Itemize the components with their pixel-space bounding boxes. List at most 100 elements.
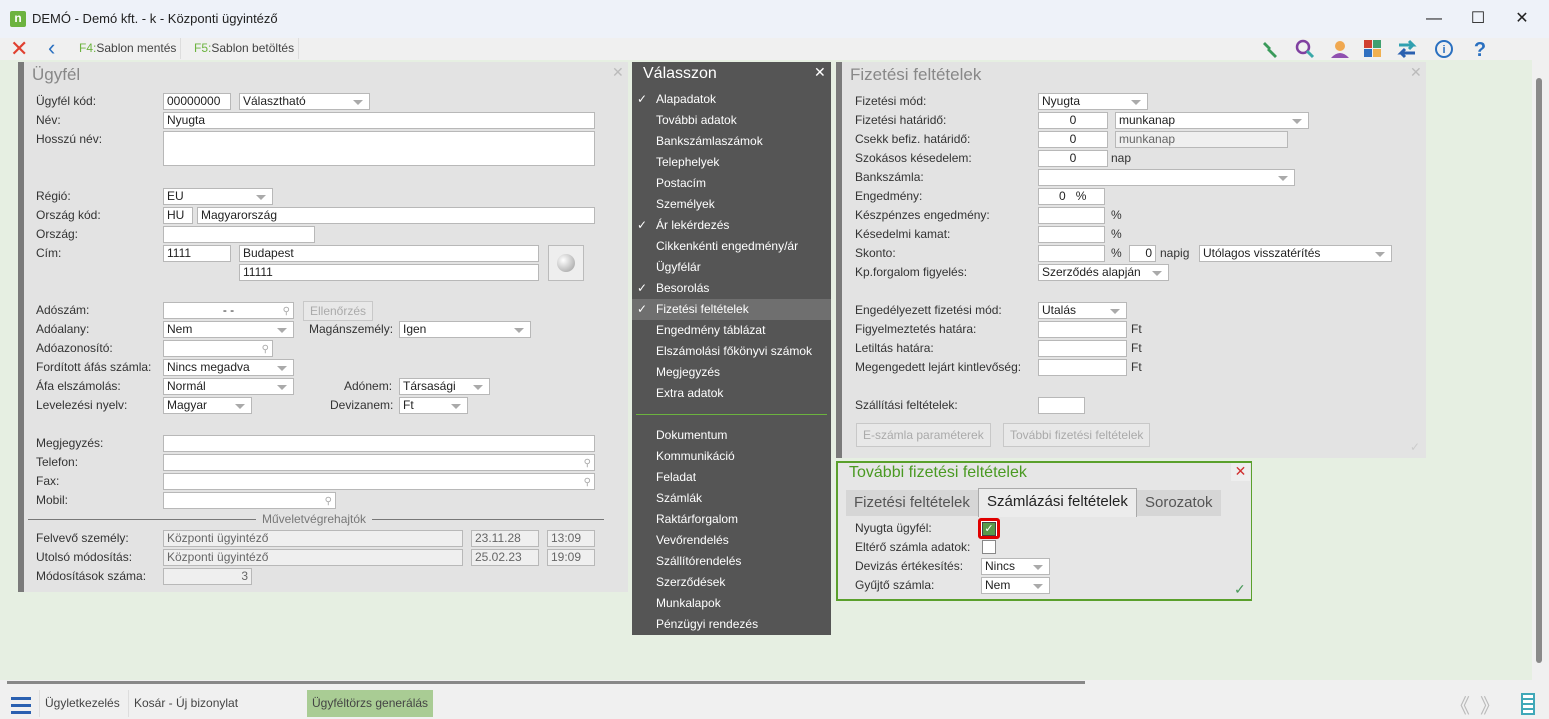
country-input[interactable] [163, 226, 315, 243]
tax-type-select[interactable]: Társasági [399, 378, 490, 395]
next-icon[interactable]: 》 [1480, 690, 1500, 719]
info-icon[interactable]: i [1435, 40, 1453, 58]
discount-input[interactable]: 0 % [1038, 188, 1105, 205]
country-name-input[interactable]: Magyarország [197, 207, 595, 224]
cash-discount-input[interactable] [1038, 207, 1105, 224]
menu-icon[interactable] [11, 695, 31, 714]
menu-item[interactable]: Cikkenkénti engedmény/ár [632, 236, 831, 257]
vertical-scrollbar[interactable] [1532, 60, 1546, 680]
tax-id-input[interactable]: ⚲ [163, 340, 273, 357]
menu-item[interactable]: További adatok [632, 110, 831, 131]
menu-item[interactable]: ✓ Fizetési feltételek [632, 299, 831, 320]
load-template-button[interactable]: F5:Sablon betöltés [190, 38, 300, 59]
city-input[interactable]: Budapest [239, 245, 539, 262]
overdue-input[interactable] [1038, 359, 1127, 376]
menu-close-button[interactable]: ✕ [814, 64, 826, 81]
bank-select[interactable] [1038, 169, 1295, 186]
menu-item[interactable]: Pénzügyi rendezés [632, 614, 831, 635]
maximize-button[interactable]: ☐ [1458, 8, 1498, 30]
deadline-input[interactable]: 0 [1038, 112, 1108, 129]
save-template-button[interactable]: F4:Sablon mentés [75, 38, 182, 59]
tab-payment-terms[interactable]: Fizetési feltételek [846, 490, 978, 516]
cash-watch-select[interactable]: Szerződés alapján [1038, 264, 1169, 281]
back-icon[interactable]: ‹ [48, 37, 55, 59]
currency-select[interactable]: Ft [399, 397, 468, 414]
customer-code-input[interactable]: 00000000 [163, 93, 231, 110]
country-code-input[interactable]: HU [163, 207, 193, 224]
menu-item[interactable]: Elszámolási főkönyvi számok [632, 341, 831, 362]
receipt-checkbox[interactable]: ✓ [982, 522, 996, 536]
horizontal-scrollbar[interactable] [7, 681, 1085, 684]
code-type-select[interactable]: Választható [239, 93, 370, 110]
menu-item[interactable]: Telephelyek [632, 152, 831, 173]
check-button[interactable]: Ellenőrzés [303, 301, 374, 321]
menu-item[interactable]: Bankszámlaszámok [632, 131, 831, 152]
deals-button[interactable]: Ügyletkezelés [39, 690, 125, 717]
menu-item[interactable]: Számlák [632, 488, 831, 509]
window-close-button[interactable]: ✕ [1502, 8, 1542, 30]
menu-item[interactable]: Megjegyzés [632, 362, 831, 383]
close-icon[interactable]: ✕ [1410, 64, 1422, 81]
einvoice-params-button[interactable]: E-számla paraméterek [856, 423, 991, 447]
note-input[interactable] [163, 435, 595, 452]
wrench-icon[interactable] [1263, 42, 1277, 58]
fax-input[interactable]: ⚲ [163, 473, 595, 490]
menu-item[interactable]: Engedmény táblázat [632, 320, 831, 341]
menu-item[interactable]: Szállítórendelés [632, 551, 831, 572]
user-icon[interactable] [1331, 41, 1349, 58]
vat-select[interactable]: Normál [163, 378, 294, 395]
ok-icon[interactable]: ✓ [1410, 440, 1420, 454]
cart-new-document-button[interactable]: Kosár - Új bizonylat [128, 690, 243, 717]
dialog-close-button[interactable]: ✕ [1231, 463, 1250, 481]
tab-series[interactable]: Sorozatok [1137, 490, 1221, 516]
zip-input[interactable]: 1111 [163, 245, 231, 262]
document-list-icon[interactable] [1521, 693, 1535, 715]
tax-no-input[interactable]: - - ⚲ [163, 302, 294, 319]
taxable-select[interactable]: Nem [163, 321, 294, 338]
block-input[interactable] [1038, 340, 1127, 357]
more-payment-terms-button[interactable]: További fizetési feltételek [1003, 423, 1151, 447]
allowed-mode-select[interactable]: Utalás [1038, 302, 1127, 319]
menu-item[interactable]: Postacím [632, 173, 831, 194]
menu-item[interactable]: Kommunikáció [632, 446, 831, 467]
long-name-input[interactable] [163, 131, 595, 166]
street-input[interactable]: 11111 [239, 264, 539, 281]
late-interest-input[interactable] [1038, 226, 1105, 243]
tiles-icon[interactable] [1364, 40, 1381, 57]
region-select[interactable]: EU [163, 188, 273, 205]
collective-select[interactable]: Nem [981, 577, 1050, 594]
menu-item[interactable]: Extra adatok [632, 383, 831, 404]
menu-item[interactable]: Személyek [632, 194, 831, 215]
menu-item[interactable]: Raktárforgalom [632, 509, 831, 530]
map-button[interactable] [548, 245, 584, 281]
warn-input[interactable] [1038, 321, 1127, 338]
diff-data-checkbox[interactable] [982, 540, 996, 554]
tab-invoicing-terms[interactable]: Számlázási feltételek [978, 488, 1137, 517]
fx-select[interactable]: Nincs [981, 558, 1050, 575]
generate-customer-master-button[interactable]: Ügyféltörzs generálás [307, 690, 434, 717]
previous-icon[interactable]: 《 [1450, 690, 1470, 719]
search-icon[interactable] [1295, 39, 1315, 59]
minimize-button[interactable]: — [1414, 8, 1454, 30]
close-icon[interactable]: ✕ [10, 38, 28, 60]
delay-input[interactable]: 0 [1038, 150, 1108, 167]
menu-item[interactable]: Dokumentum [632, 425, 831, 446]
menu-item[interactable]: Ügyfélár [632, 257, 831, 278]
deadline-unit-select[interactable]: munkanap [1115, 112, 1309, 129]
menu-item[interactable]: Munkalapok [632, 593, 831, 614]
menu-item[interactable]: Feladat [632, 467, 831, 488]
menu-item[interactable]: Vevőrendelés [632, 530, 831, 551]
language-select[interactable]: Magyar [163, 397, 252, 414]
ok-icon[interactable]: ✓ [1234, 581, 1246, 598]
cheque-input[interactable]: 0 [1038, 131, 1108, 148]
menu-item[interactable]: Szerződések [632, 572, 831, 593]
reverse-vat-select[interactable]: Nincs megadva [163, 359, 294, 376]
skonto-days-input[interactable]: 0 [1129, 245, 1156, 262]
menu-item[interactable]: ✓ Ár lekérdezés [632, 215, 831, 236]
phone-input[interactable]: ⚲ [163, 454, 595, 471]
menu-item[interactable]: ✓ Besorolás [632, 278, 831, 299]
payment-mode-select[interactable]: Nyugta [1038, 93, 1148, 110]
close-icon[interactable]: ✕ [612, 64, 624, 81]
name-input[interactable]: Nyugta [163, 112, 595, 129]
skonto-input[interactable] [1038, 245, 1105, 262]
